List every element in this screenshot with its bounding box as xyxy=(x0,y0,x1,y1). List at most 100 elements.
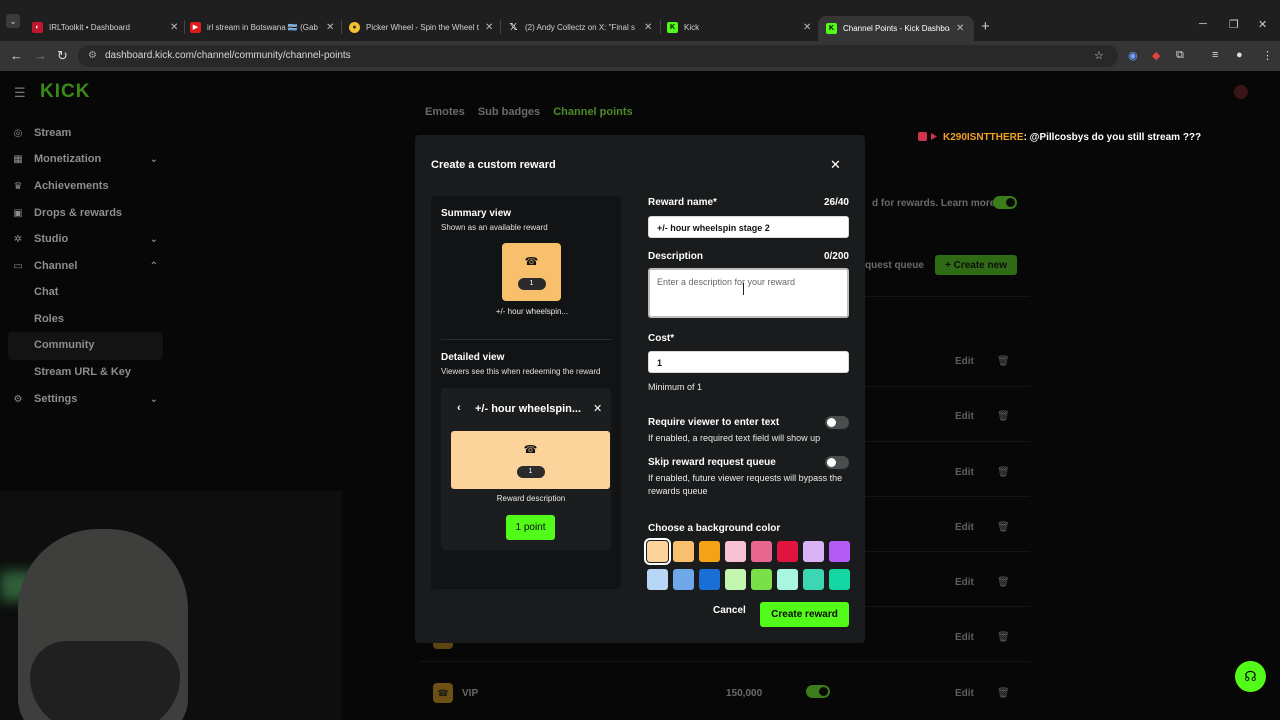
color-swatch[interactable] xyxy=(725,569,746,590)
color-swatch[interactable] xyxy=(751,569,772,590)
new-tab-button[interactable]: + xyxy=(981,18,990,35)
description-textarea[interactable]: Enter a description for your reward xyxy=(648,268,849,318)
detail-reward-description: Reward description xyxy=(496,494,566,503)
color-swatch[interactable] xyxy=(673,569,694,590)
close-window-button[interactable]: ✕ xyxy=(1258,18,1267,31)
trash-icon[interactable]: 🗑 xyxy=(997,411,1010,422)
maximize-button[interactable]: ❐ xyxy=(1229,18,1239,31)
browser-menu-icon[interactable]: ⋮ xyxy=(1262,49,1273,62)
edit-reward-button[interactable]: Edit xyxy=(955,356,974,367)
extension-icon[interactable]: ◉ xyxy=(1128,49,1138,62)
tab-channel-points[interactable]: Channel points xyxy=(553,106,632,118)
browser-tab[interactable]: 𝕏 (2) Andy Collectz on X: "Final s ✕ xyxy=(508,16,654,38)
skip-queue-toggle[interactable] xyxy=(825,456,849,469)
chat-username: K290ISNTTHERE xyxy=(943,132,1024,143)
reload-button[interactable]: ↻ xyxy=(57,48,68,64)
close-tab-icon[interactable]: ✕ xyxy=(956,23,966,34)
forward-button[interactable]: → xyxy=(34,48,47,63)
color-swatch[interactable] xyxy=(751,541,772,562)
trash-icon[interactable]: 🗑 xyxy=(997,632,1010,643)
color-swatch[interactable] xyxy=(699,541,720,562)
channel-points-toggle[interactable] xyxy=(993,196,1017,209)
media-controls-icon[interactable]: ≡ xyxy=(1212,49,1218,61)
chevron-down-icon: ⌄ xyxy=(149,233,158,245)
tab-sub-badges[interactable]: Sub badges xyxy=(478,106,540,118)
minimize-button[interactable]: ─ xyxy=(1199,18,1207,30)
close-tab-icon[interactable]: ✕ xyxy=(326,22,336,33)
sidebar-item-stream[interactable]: ◎ Stream xyxy=(12,123,162,143)
sidebar-item-monetization[interactable]: ▦ Monetization ⌄ xyxy=(12,149,162,169)
edit-reward-button[interactable]: Edit xyxy=(955,467,974,478)
address-bar-row: ← → ↻ ⚙ dashboard.kick.com/channel/commu… xyxy=(0,41,1280,71)
browser-tab[interactable]: ◐ IRLToolkit • Dashboard ✕ xyxy=(32,16,180,38)
reward-cost: 150,000 xyxy=(726,688,763,699)
support-chat-button[interactable]: ☊ xyxy=(1235,661,1266,692)
close-tab-icon[interactable]: ✕ xyxy=(803,22,813,33)
gift-icon: ▣ xyxy=(13,207,23,219)
close-icon[interactable]: ✕ xyxy=(830,157,841,173)
kick-logo[interactable]: KICK xyxy=(40,81,90,103)
edit-reward-button[interactable]: Edit xyxy=(955,522,974,533)
reward-name-input[interactable]: +/- hour wheelspin stage 2 xyxy=(648,216,849,238)
user-avatar[interactable] xyxy=(1234,85,1248,99)
color-swatch[interactable] xyxy=(777,541,798,562)
close-tab-icon[interactable]: ✕ xyxy=(644,22,654,33)
trash-icon[interactable]: 🗑 xyxy=(997,688,1010,699)
reward-enabled-toggle[interactable] xyxy=(806,685,830,698)
tab-emotes[interactable]: Emotes xyxy=(425,106,465,118)
menu-icon[interactable]: ☰ xyxy=(14,85,26,101)
close-tab-icon[interactable]: ✕ xyxy=(170,22,180,33)
tab-search-button[interactable]: ⌄ xyxy=(6,14,20,28)
profile-icon[interactable]: ● xyxy=(1236,49,1243,61)
color-swatch[interactable] xyxy=(829,541,850,562)
request-queue-link[interactable]: quest queue xyxy=(865,260,924,271)
site-info-icon[interactable]: ⚙ xyxy=(88,50,100,62)
sidebar-item-studio[interactable]: ✲ Studio ⌄ xyxy=(12,229,162,249)
color-swatch[interactable] xyxy=(647,569,668,590)
browser-tab-active[interactable]: K Channel Points - Kick Dashboar ✕ xyxy=(818,16,974,41)
browser-tab[interactable]: K Kick ✕ xyxy=(667,16,813,38)
trash-icon[interactable]: 🗑 xyxy=(997,467,1010,478)
omnibox[interactable]: ⚙ dashboard.kick.com/channel/community/c… xyxy=(78,45,1118,67)
trash-icon[interactable]: 🗑 xyxy=(997,356,1010,367)
browser-tab[interactable]: ● Picker Wheel - Spin the Wheel t ✕ xyxy=(349,16,495,38)
color-swatch[interactable] xyxy=(777,569,798,590)
trash-icon[interactable]: 🗑 xyxy=(997,522,1010,533)
cost-input[interactable]: 1 xyxy=(648,351,849,373)
sidebar-sub-chat[interactable]: Chat xyxy=(34,286,58,298)
create-new-button[interactable]: + Create new xyxy=(935,255,1017,275)
sidebar-item-channel[interactable]: ▭ Channel ⌃ xyxy=(12,256,162,276)
color-swatch[interactable] xyxy=(644,538,671,565)
require-text-toggle[interactable] xyxy=(825,416,849,429)
color-swatch[interactable] xyxy=(725,541,746,562)
edit-reward-button[interactable]: Edit xyxy=(955,411,974,422)
sidebar-item-settings[interactable]: ⚙ Settings ⌄ xyxy=(12,389,162,409)
color-swatch[interactable] xyxy=(803,541,824,562)
color-swatch[interactable] xyxy=(673,541,694,562)
sidebar-sub-community[interactable]: Community xyxy=(34,339,95,351)
cancel-button[interactable]: Cancel xyxy=(713,605,746,616)
extension-icon[interactable]: ◆ xyxy=(1152,49,1160,62)
edit-reward-button[interactable]: Edit xyxy=(955,632,974,643)
url-text[interactable]: dashboard.kick.com/channel/community/cha… xyxy=(105,50,351,61)
sidebar-item-achievements[interactable]: ♛ Achievements xyxy=(12,176,162,196)
trash-icon[interactable]: 🗑 xyxy=(997,577,1010,588)
chevron-down-icon: ⌄ xyxy=(149,393,158,405)
color-swatch[interactable] xyxy=(699,569,720,590)
edit-reward-button[interactable]: Edit xyxy=(955,688,974,699)
vip-reward-icon: ☎ xyxy=(433,683,453,703)
sidebar-sub-roles[interactable]: Roles xyxy=(34,313,64,325)
create-reward-button[interactable]: Create reward xyxy=(760,602,849,627)
tab-title: Kick xyxy=(684,22,700,32)
color-swatch[interactable] xyxy=(803,569,824,590)
sidebar-sub-stream-url[interactable]: Stream URL & Key xyxy=(34,366,131,378)
browser-tab[interactable]: ▶ irl stream in Botswana 🇧🇼 (Gab ✕ xyxy=(190,16,336,38)
close-tab-icon[interactable]: ✕ xyxy=(485,22,495,33)
sidebar-item-drops[interactable]: ▣ Drops & rewards xyxy=(12,203,162,223)
back-button[interactable]: ← xyxy=(10,48,23,63)
edit-reward-button[interactable]: Edit xyxy=(955,577,974,588)
color-swatch[interactable] xyxy=(829,569,850,590)
bookmark-star-icon[interactable]: ☆ xyxy=(1094,49,1104,62)
tab-separator xyxy=(660,20,661,34)
extensions-puzzle-icon[interactable]: ⧉ xyxy=(1176,49,1184,62)
